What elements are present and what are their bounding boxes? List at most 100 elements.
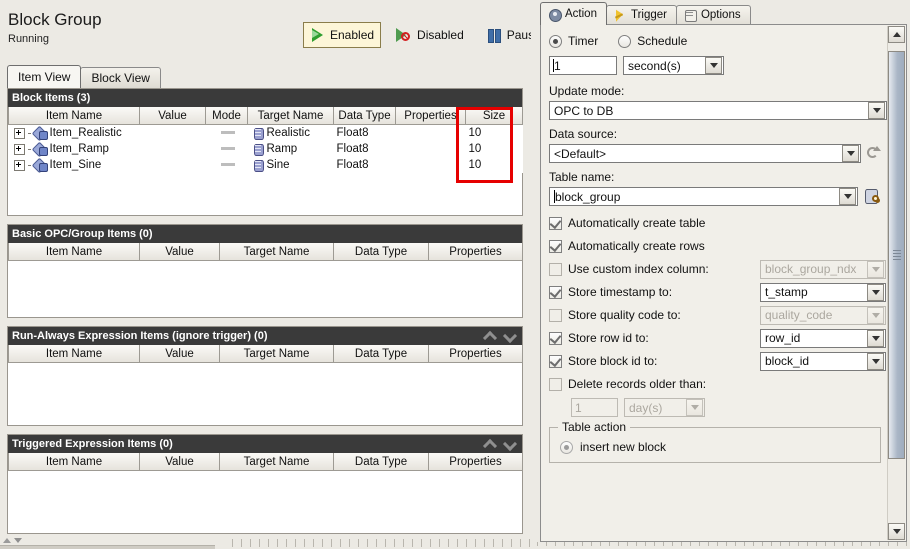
insert-new-block-radio[interactable] <box>560 441 573 454</box>
timer-radio[interactable] <box>549 35 562 48</box>
option-auto-create-rows[interactable]: Automatically create rows <box>549 239 881 253</box>
scroll-down-button[interactable] <box>888 523 905 540</box>
interval-input[interactable]: 1 <box>549 56 617 75</box>
browse-table-icon[interactable] <box>864 188 881 205</box>
schedule-radio[interactable] <box>618 35 631 48</box>
col-data-type[interactable]: Data Type <box>334 345 429 363</box>
update-mode-value: OPC to DB <box>550 104 868 118</box>
option-store-timestamp[interactable]: Store timestamp to: t_stamp <box>549 285 881 299</box>
chevron-down-icon[interactable] <box>842 145 859 162</box>
col-properties[interactable]: Properties <box>429 453 523 471</box>
col-value[interactable]: Value <box>140 107 206 125</box>
option-custom-index-column[interactable]: Use custom index column: block_group_ndx <box>549 262 881 276</box>
expand-icon[interactable] <box>14 160 25 171</box>
col-size[interactable]: Size <box>466 107 523 125</box>
row-id-field-select[interactable]: row_id <box>760 329 886 348</box>
tab-action[interactable]: Action <box>540 2 607 25</box>
table-action-option-insert[interactable]: insert new block <box>560 440 872 454</box>
chevron-down-icon[interactable] <box>868 102 885 119</box>
table-name-input[interactable]: block_group <box>549 187 858 206</box>
resize-grip[interactable] <box>232 539 531 547</box>
auto-create-table-checkbox[interactable] <box>549 217 562 230</box>
chevron-down-icon[interactable] <box>504 439 518 449</box>
table-row[interactable]: Item_Realistic Realistic Float8 10 <box>9 125 523 142</box>
chevron-up-icon[interactable] <box>484 331 498 341</box>
enabled-button[interactable]: Enabled <box>303 22 381 48</box>
timestamp-field-select[interactable]: t_stamp <box>760 283 886 302</box>
option-store-row-id[interactable]: Store row id to: row_id <box>549 331 881 345</box>
chevron-up-icon[interactable] <box>484 439 498 449</box>
option-delete-older-than[interactable]: Delete records older than: <box>549 377 881 391</box>
delete-age-value: 1 <box>575 401 582 415</box>
option-auto-create-table[interactable]: Automatically create table <box>549 216 881 230</box>
col-mode[interactable]: Mode <box>206 107 248 125</box>
tab-trigger[interactable]: Trigger <box>606 5 677 25</box>
col-target-name[interactable]: Target Name <box>248 107 334 125</box>
col-data-type[interactable]: Data Type <box>334 243 429 261</box>
delete-age-row: 1 day(s) <box>571 398 881 417</box>
tab-options[interactable]: Options <box>676 5 751 25</box>
target-name-text: Realistic <box>267 127 310 139</box>
scroll-down-arrow-icon[interactable] <box>14 538 22 543</box>
col-target-name[interactable]: Target Name <box>220 243 334 261</box>
section-run-always-items: Run-Always Expression Items (ignore trig… <box>7 326 523 426</box>
col-properties[interactable]: Properties <box>429 345 523 363</box>
table-row[interactable]: Item_Ramp Ramp Float8 10 <box>9 141 523 157</box>
option-store-block-id[interactable]: Store block id to: block_id <box>549 354 881 368</box>
block-id-field-select[interactable]: block_id <box>760 352 886 371</box>
cell-size: 10 <box>466 157 523 173</box>
store-quality-checkbox[interactable] <box>549 309 562 322</box>
delete-records-checkbox[interactable] <box>549 378 562 391</box>
cell-mode <box>206 157 248 173</box>
chevron-down-icon[interactable] <box>504 331 518 341</box>
col-value[interactable]: Value <box>140 243 220 261</box>
table-row[interactable]: Item_Sine Sine Float8 10 <box>9 157 523 173</box>
col-target-name[interactable]: Target Name <box>220 453 334 471</box>
expand-icon[interactable] <box>14 144 25 155</box>
expand-icon[interactable] <box>14 128 25 139</box>
col-item-name[interactable]: Item Name <box>9 453 140 471</box>
store-timestamp-checkbox[interactable] <box>549 286 562 299</box>
scrollbar-thumb[interactable] <box>888 51 905 459</box>
chevron-down-icon[interactable] <box>839 188 856 205</box>
option-store-quality-code[interactable]: Store quality code to: quality_code <box>549 308 881 322</box>
play-icon <box>309 27 325 43</box>
data-source-select[interactable]: <Default> <box>549 144 861 163</box>
right-bottom-grip <box>537 540 910 549</box>
col-properties[interactable]: Properties <box>429 243 523 261</box>
col-value[interactable]: Value <box>140 345 220 363</box>
tab-action-label: Action <box>565 3 597 25</box>
interval-unit-select[interactable]: second(s) <box>623 56 724 75</box>
section-header-run-always: Run-Always Expression Items (ignore trig… <box>8 327 522 345</box>
chevron-down-icon <box>867 307 884 324</box>
col-target-name[interactable]: Target Name <box>220 345 334 363</box>
chevron-down-icon[interactable] <box>867 330 884 347</box>
auto-create-rows-checkbox[interactable] <box>549 240 562 253</box>
tab-item-view[interactable]: Item View <box>7 65 81 88</box>
group-state-toolbar: Enabled Disabled Pause <box>303 18 548 52</box>
store-row-id-checkbox[interactable] <box>549 332 562 345</box>
col-data-type[interactable]: Data Type <box>334 453 429 471</box>
disabled-button[interactable]: Disabled <box>390 22 471 48</box>
scroll-up-button[interactable] <box>888 26 905 43</box>
refresh-icon[interactable] <box>866 146 881 161</box>
store-block-id-checkbox[interactable] <box>549 355 562 368</box>
col-data-type[interactable]: Data Type <box>334 107 396 125</box>
schedule-label: Schedule <box>637 34 687 48</box>
col-item-name[interactable]: Item Name <box>9 107 140 125</box>
target-db-icon <box>253 127 264 139</box>
col-properties[interactable]: Properties <box>396 107 466 125</box>
update-mode-select[interactable]: OPC to DB <box>549 101 887 120</box>
action-panel-scrollbar[interactable] <box>887 26 905 540</box>
tab-block-view[interactable]: Block View <box>80 67 160 88</box>
scroll-up-arrow-icon[interactable] <box>3 538 11 543</box>
custom-index-checkbox[interactable] <box>549 263 562 276</box>
col-item-name[interactable]: Item Name <box>9 345 140 363</box>
chevron-down-icon[interactable] <box>867 353 884 370</box>
chevron-down-icon[interactable] <box>867 284 884 301</box>
chevron-down-icon[interactable] <box>705 57 722 74</box>
col-item-name[interactable]: Item Name <box>9 243 140 261</box>
col-value[interactable]: Value <box>140 453 220 471</box>
timer-label: Timer <box>568 34 598 48</box>
horizontal-scrollbar[interactable] <box>0 545 215 549</box>
